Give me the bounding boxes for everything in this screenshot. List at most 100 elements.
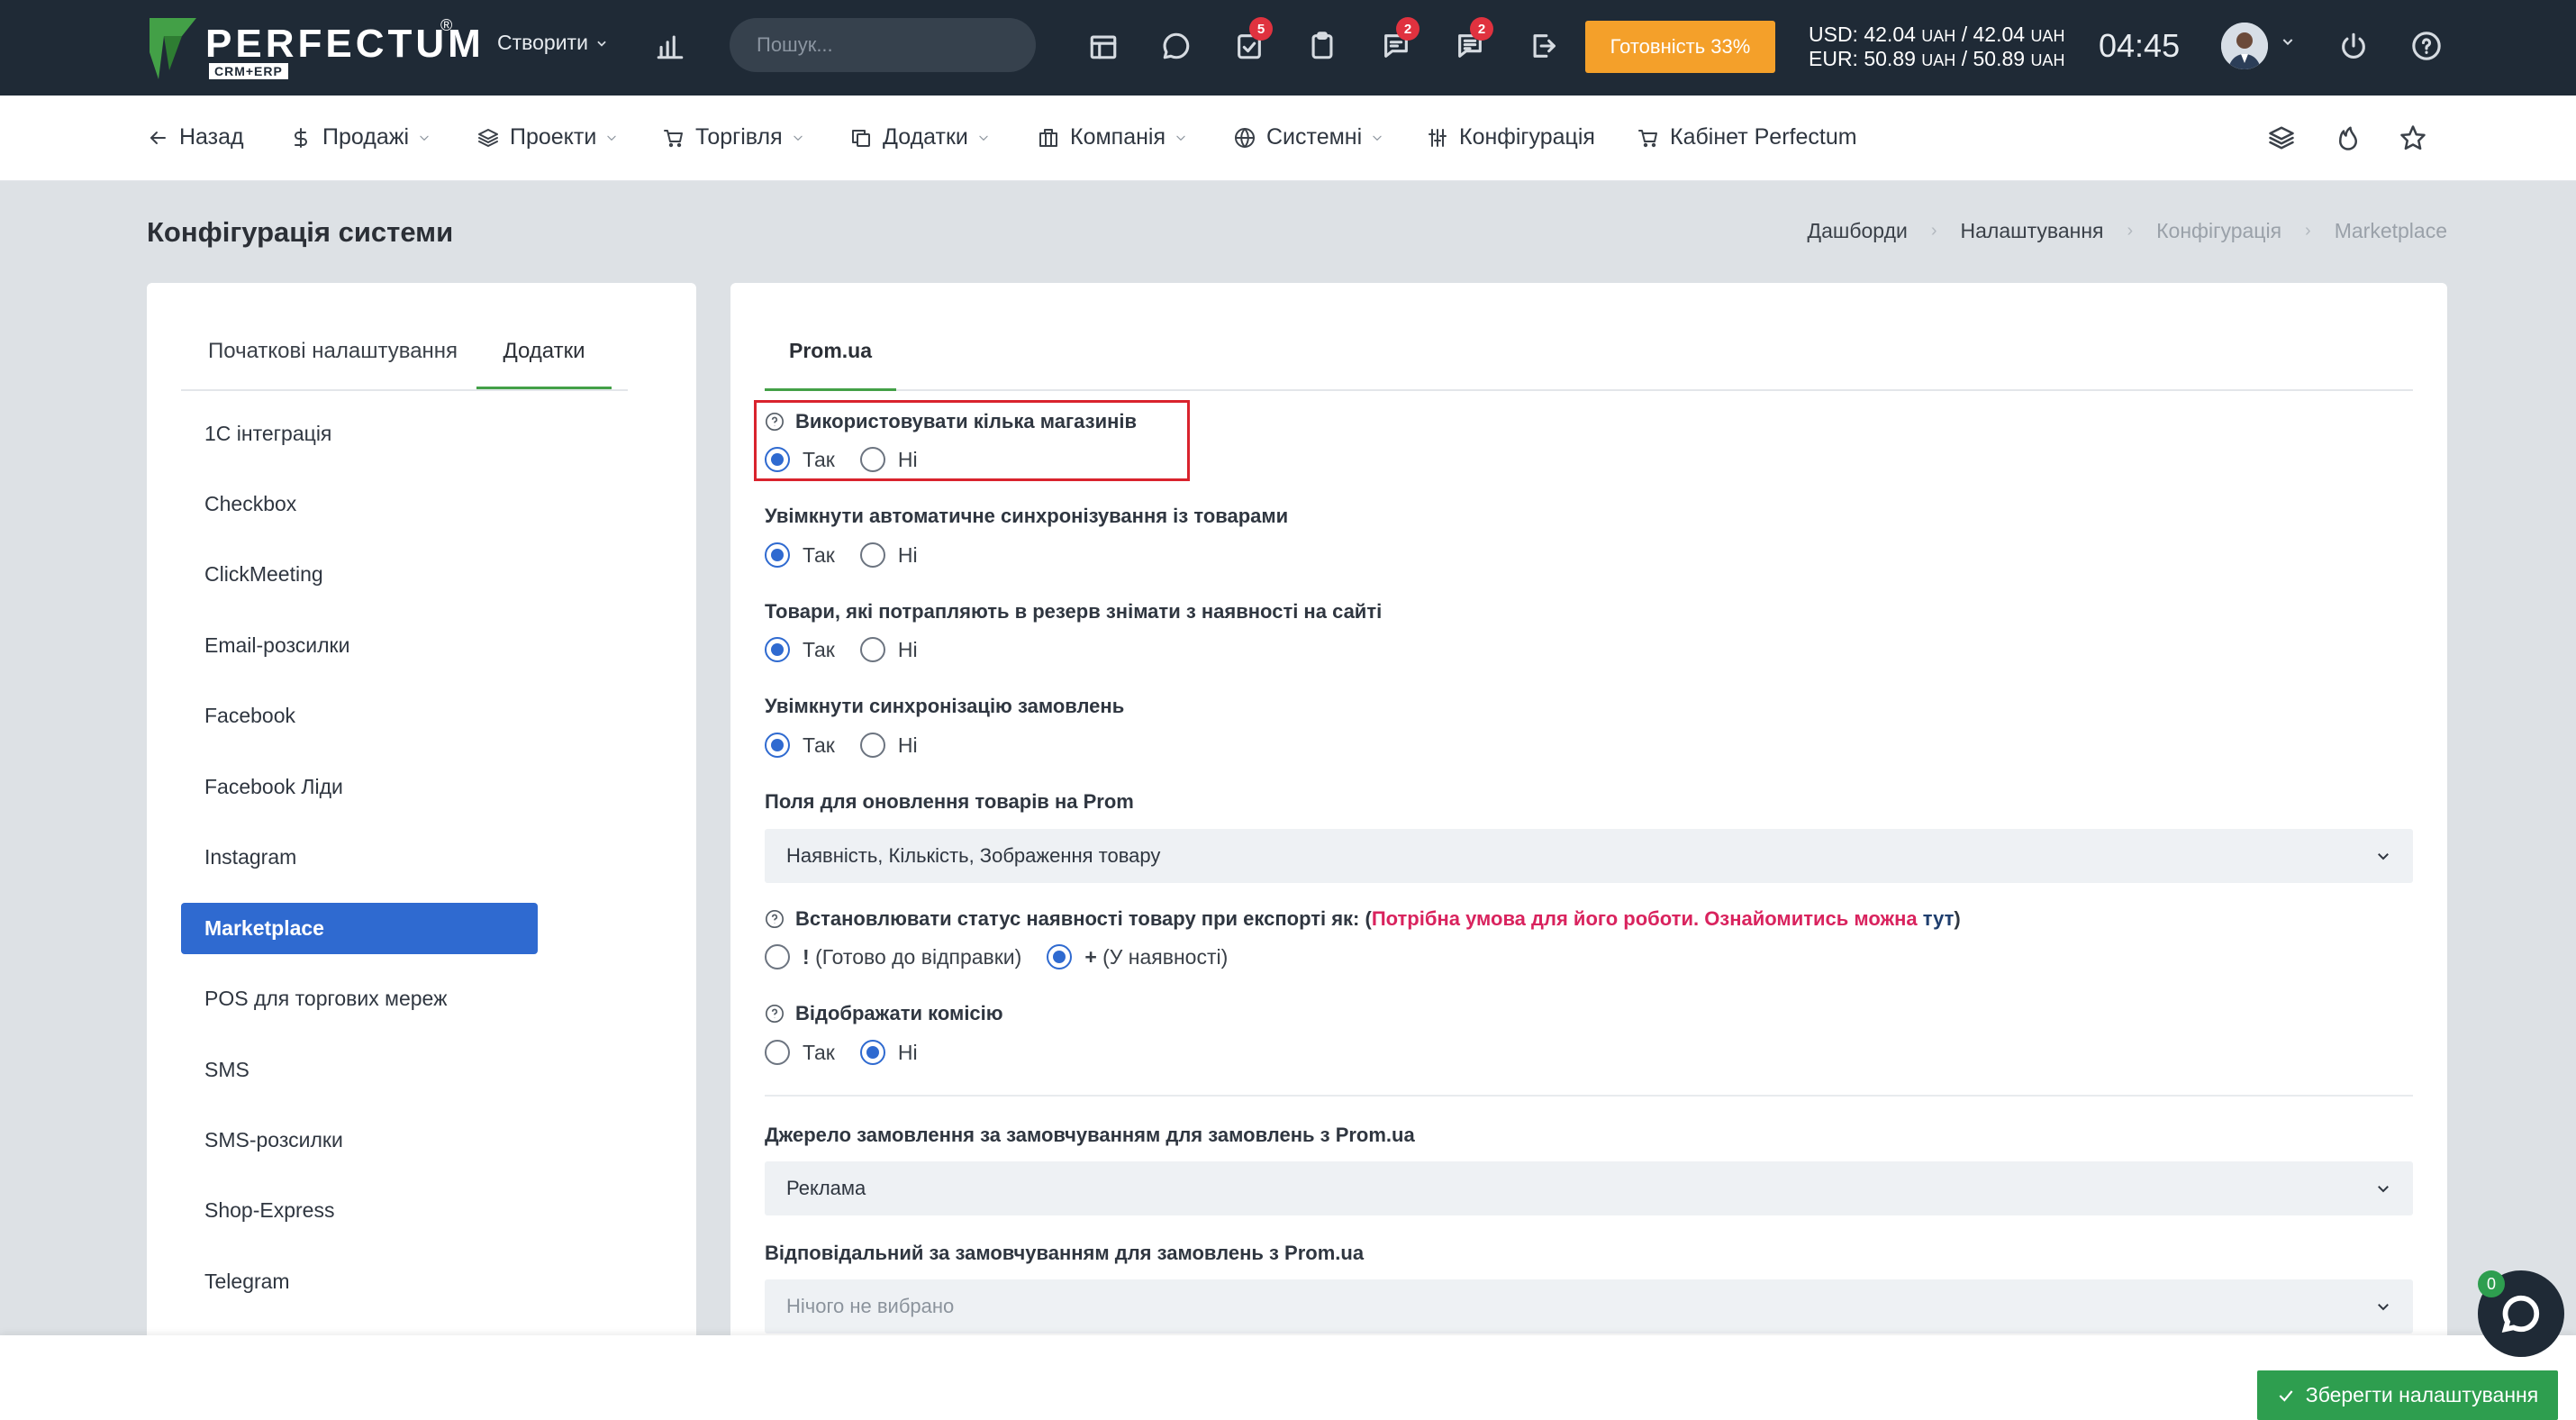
tab-initial-settings[interactable]: Початкові налаштування — [208, 339, 458, 389]
radio-unchecked[interactable] — [859, 542, 885, 568]
radio-unchecked[interactable] — [859, 733, 885, 758]
breadcrumb-dashboards[interactable]: Дашборди — [1808, 219, 1908, 243]
menu-company[interactable]: Компанія — [1038, 124, 1187, 150]
show-commission-yes[interactable]: Так — [765, 1040, 835, 1065]
order-source-select[interactable]: Реклама — [765, 1161, 2413, 1215]
copy-icon — [852, 129, 870, 147]
export-icon[interactable] — [1526, 28, 1562, 64]
radio-checked[interactable] — [765, 733, 790, 758]
menu-projects[interactable]: Проекти — [477, 124, 618, 150]
sliders-icon — [1429, 128, 1447, 147]
layers-icon[interactable] — [2268, 124, 2299, 155]
menu-sales[interactable]: Продажі — [290, 124, 431, 150]
perfectum-logo[interactable]: PERFECTUM ® CRM+ERP — [146, 16, 481, 81]
radio-checked[interactable] — [859, 1040, 885, 1065]
availability-in-stock[interactable]: + (У наявності) — [1047, 944, 1228, 969]
order-source-value: Реклама — [786, 1177, 866, 1199]
sidebar-item-checkbox[interactable]: Checkbox — [181, 478, 538, 530]
show-commission-text: Відображати комісію — [795, 1002, 1003, 1024]
search-input[interactable] — [757, 33, 1016, 57]
clipboard-icon[interactable] — [1304, 28, 1340, 64]
search-box[interactable] — [730, 18, 1036, 72]
chevron-down-icon[interactable] — [2281, 34, 2295, 49]
content-tabs: Prom.ua — [765, 330, 2413, 391]
chat-unread-badge: 0 — [2478, 1270, 2505, 1297]
sidebar-item-facebook-leads[interactable]: Facebook Ліди — [181, 761, 538, 813]
menu-addons[interactable]: Додатки — [850, 124, 990, 150]
save-settings-button[interactable]: Зберегти налаштування — [2257, 1370, 2558, 1420]
sidebar-item-marketplace[interactable]: Marketplace — [181, 903, 538, 954]
sidebar-item-email[interactable]: Email-розсилки — [181, 620, 538, 671]
clock: 04:45 — [2099, 27, 2181, 64]
reserve-yes[interactable]: Так — [765, 637, 835, 662]
radio-checked[interactable] — [765, 637, 790, 662]
flame-icon[interactable] — [2335, 124, 2365, 155]
radio-unchecked[interactable] — [859, 637, 885, 662]
help-circle-icon[interactable] — [765, 1004, 785, 1024]
order-sync-yes[interactable]: Так — [765, 733, 835, 758]
sidebar-item-pos[interactable]: POS для торгових мереж — [181, 973, 538, 1024]
chevron-down-icon — [1176, 135, 1185, 141]
bar-chart-icon[interactable] — [652, 28, 688, 64]
menu-back[interactable]: Назад — [147, 124, 244, 150]
chevron-down-icon — [607, 135, 616, 141]
sidebar-item-clickmeeting[interactable]: ClickMeeting — [181, 549, 538, 600]
sidebar-item-facebook[interactable]: Facebook — [181, 690, 538, 742]
sidebar-item-shop-express[interactable]: Shop-Express — [181, 1185, 538, 1236]
chevron-down-icon — [2378, 1186, 2389, 1193]
order-sync-no[interactable]: Ні — [859, 733, 918, 758]
readiness-button[interactable]: Готовність 33% — [1585, 21, 1775, 73]
breadcrumb-config[interactable]: Конфігурація — [2156, 219, 2281, 243]
tab-prom-ua[interactable]: Prom.ua — [765, 339, 896, 391]
top-navbar: PERFECTUM ® CRM+ERP Створити 5 2 2 Готов… — [0, 0, 2576, 96]
sidebar-item-sms[interactable]: SMS — [181, 1044, 538, 1096]
sidebar-item-telegram[interactable]: Telegram — [181, 1256, 538, 1307]
radio-unchecked[interactable] — [765, 1040, 790, 1065]
calendar-icon[interactable] — [1085, 28, 1121, 64]
responsible-label: Відповідальний за замовчуванням для замо… — [765, 1242, 1365, 1264]
radio-checked[interactable] — [1047, 944, 1073, 969]
power-icon[interactable] — [2336, 28, 2372, 64]
highlight-frame — [754, 400, 1190, 481]
chevron-down-icon — [2378, 1304, 2389, 1311]
create-label: Створити — [497, 31, 588, 54]
globe-icon — [1235, 127, 1255, 148]
star-icon[interactable] — [2399, 124, 2430, 155]
sidebar-item-instagram[interactable]: Instagram — [181, 832, 538, 883]
auto-sync-label: Увімкнути автоматичне синхронізування із… — [765, 505, 1289, 527]
help-circle-icon[interactable] — [765, 909, 785, 929]
sidebar-item-sms-mailing[interactable]: SMS-розсилки — [181, 1115, 538, 1166]
responsible-select[interactable]: Нічого не вибрано — [765, 1279, 2413, 1334]
chevron-down-icon — [979, 135, 988, 141]
radio-unchecked[interactable] — [765, 944, 790, 969]
reserve-no[interactable]: Ні — [859, 637, 918, 662]
breadcrumb-current: Marketplace — [2334, 219, 2447, 242]
menu-system[interactable]: Системні — [1234, 124, 1383, 150]
tasks-check-icon[interactable]: 5 — [1231, 17, 1273, 64]
chevron-right-icon: › — [1930, 221, 1937, 241]
menu-config[interactable]: Конфігурація — [1427, 124, 1595, 150]
sidebar-item-1c[interactable]: 1С інтеграція — [181, 408, 538, 460]
dollar-icon — [295, 127, 307, 148]
user-avatar[interactable] — [2221, 23, 2268, 69]
create-menu-button[interactable]: Створити — [497, 31, 608, 55]
menu-addons-label: Додатки — [883, 124, 968, 150]
tab-addons[interactable]: Додатки — [476, 339, 612, 389]
help-icon[interactable] — [2408, 28, 2444, 64]
logo-registered-mark: ® — [440, 16, 453, 34]
auto-sync-no[interactable]: Ні — [859, 542, 918, 568]
responsible-value: Нічого не вибрано — [786, 1295, 955, 1317]
comments-icon[interactable]: 2 — [1452, 17, 1493, 64]
show-commission-radio-group: Так Ні — [765, 1040, 918, 1065]
availability-info-link[interactable]: тут — [1923, 907, 1955, 930]
radio-checked[interactable] — [765, 542, 790, 568]
menu-trade[interactable]: Торгівля — [663, 124, 804, 150]
auto-sync-yes[interactable]: Так — [765, 542, 835, 568]
availability-ready-to-ship[interactable]: ! (Готово до відправки) — [765, 944, 1021, 969]
show-commission-no[interactable]: Ні — [859, 1040, 918, 1065]
chat-bubble-icon[interactable] — [1158, 28, 1194, 64]
breadcrumb-settings[interactable]: Налаштування — [1961, 219, 2104, 243]
menu-cabinet[interactable]: Кабінет Perfectum — [1637, 124, 1857, 150]
messages-icon[interactable]: 2 — [1378, 17, 1420, 64]
update-fields-select[interactable]: Наявність, Кількість, Зображення товару — [765, 829, 2413, 883]
